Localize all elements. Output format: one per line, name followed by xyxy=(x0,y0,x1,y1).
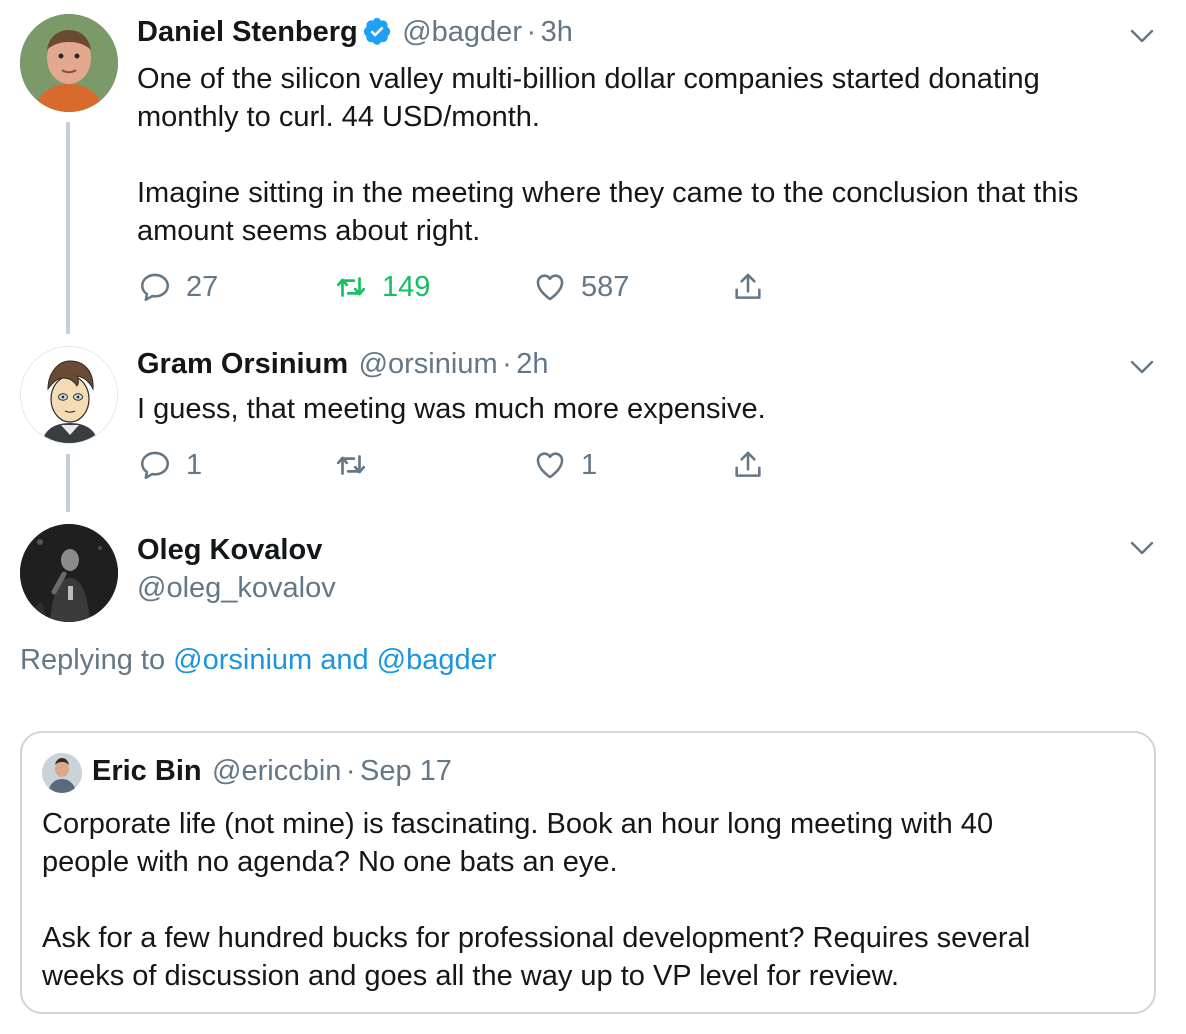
author-name[interactable]: Oleg Kovalov xyxy=(137,534,322,567)
heart-icon xyxy=(533,270,567,304)
replying-to-label: Replying to xyxy=(20,644,166,676)
retweet-button[interactable] xyxy=(334,448,382,482)
retweet-count: 149 xyxy=(382,270,431,303)
reply-button[interactable]: 27 xyxy=(138,270,218,304)
quote-text-line: people with no agenda? No one bats an ey… xyxy=(42,846,618,878)
tweet-text: One of the silicon valley multi-billion … xyxy=(137,60,1167,250)
author-handle[interactable]: @bagder xyxy=(402,16,522,48)
dot-separator: · xyxy=(502,348,512,380)
tweet-timestamp[interactable]: 3h xyxy=(541,16,573,48)
like-button[interactable]: 1 xyxy=(533,448,597,482)
like-count: 587 xyxy=(581,270,630,303)
author-name[interactable]: Daniel Stenberg xyxy=(137,16,358,48)
quote-timestamp: Sep 17 xyxy=(360,755,452,787)
avatar-daniel[interactable] xyxy=(20,14,118,112)
avatar-gram[interactable] xyxy=(20,346,118,444)
tweet-header: Gram Orsinium @orsinium · 2h xyxy=(137,348,548,381)
quote-author-name: Eric Bin xyxy=(92,755,202,787)
verified-badge-icon xyxy=(363,17,390,45)
chevron-down-icon[interactable] xyxy=(1128,357,1156,377)
author-handle[interactable]: @oleg_kovalov xyxy=(137,572,336,605)
quote-text: Corporate life (not mine) is fascinating… xyxy=(42,805,1132,995)
chevron-down-icon[interactable] xyxy=(1128,26,1156,46)
quote-header: Eric Bin @ericcbin · Sep 17 xyxy=(92,755,452,788)
share-icon xyxy=(731,270,765,304)
tweet-text-line: One of the silicon valley multi-billion … xyxy=(137,63,1040,95)
chevron-down-icon[interactable] xyxy=(1128,538,1156,558)
replying-to-users-link[interactable]: @orsinium and @bagder xyxy=(173,644,496,676)
quoted-tweet-card[interactable]: Eric Bin @ericcbin · Sep 17 Corporate li… xyxy=(20,731,1156,1014)
reply-count: 1 xyxy=(186,448,203,481)
reply-count: 27 xyxy=(186,270,219,303)
replying-to: Replying to @orsinium and @bagder xyxy=(20,644,496,677)
author-name[interactable]: Gram Orsinium xyxy=(137,348,348,380)
quote-text-line: Corporate life (not mine) is fascinating… xyxy=(42,808,994,840)
reply-icon xyxy=(138,270,172,304)
reply-button[interactable]: 1 xyxy=(138,448,202,482)
quote-text-line: weeks of discussion and goes all the way… xyxy=(42,960,900,992)
tweet-text-line: amount seems about right. xyxy=(137,215,481,247)
like-count: 1 xyxy=(581,448,598,481)
tweet-text-line: I guess, that meeting was much more expe… xyxy=(137,393,766,425)
like-button[interactable]: 587 xyxy=(533,270,629,304)
tweet-text-line: Imagine sitting in the meeting where the… xyxy=(137,177,1079,209)
quote-text-line: Ask for a few hundred bucks for professi… xyxy=(42,922,1031,954)
quote-author-handle: @ericcbin xyxy=(212,755,342,787)
thread-line xyxy=(66,454,70,512)
reply-icon xyxy=(138,448,172,482)
thread-line xyxy=(66,122,70,334)
tweet-timestamp[interactable]: 2h xyxy=(516,348,548,380)
author-handle[interactable]: @orsinium xyxy=(359,348,498,380)
retweet-button[interactable]: 149 xyxy=(334,270,430,304)
retweet-icon xyxy=(334,448,368,482)
tweet-text: I guess, that meeting was much more expe… xyxy=(137,390,1167,428)
heart-icon xyxy=(533,448,567,482)
share-button[interactable] xyxy=(731,270,765,304)
share-button[interactable] xyxy=(731,448,765,482)
share-icon xyxy=(731,448,765,482)
dot-separator: · xyxy=(345,755,356,787)
tweet-header: Daniel Stenberg @bagder · 3h xyxy=(137,16,573,49)
avatar-eric xyxy=(42,753,82,793)
retweet-icon xyxy=(334,270,368,304)
dot-separator: · xyxy=(526,16,537,48)
avatar-oleg[interactable] xyxy=(20,524,118,622)
tweet-text-line: monthly to curl. 44 USD/month. xyxy=(137,101,540,133)
